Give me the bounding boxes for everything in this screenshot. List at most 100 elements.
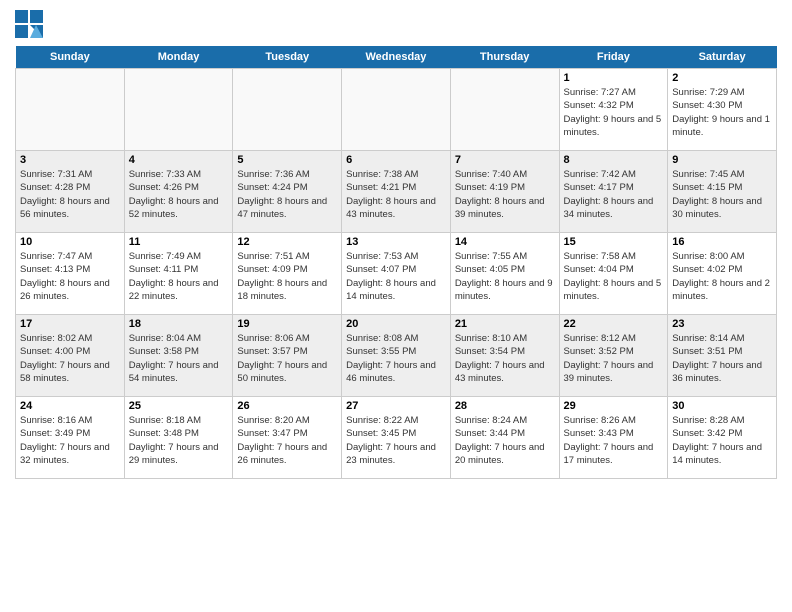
calendar-cell: 22 Sunrise: 8:12 AM Sunset: 3:52 PM Dayli… [559, 315, 668, 397]
day-info: Sunrise: 8:24 AM Sunset: 3:44 PM Dayligh… [455, 414, 555, 467]
day-info: Sunrise: 7:55 AM Sunset: 4:05 PM Dayligh… [455, 250, 555, 303]
day-info: Sunrise: 7:27 AM Sunset: 4:32 PM Dayligh… [564, 86, 664, 139]
day-number: 8 [564, 154, 664, 166]
calendar-week-1: 1Sunrise: 7:27 AM Sunset: 4:32 PM Daylig… [16, 69, 777, 151]
calendar-cell: 26 Sunrise: 8:20 AM Sunset: 3:47 PM Dayli… [233, 397, 342, 479]
page: Sunday Monday Tuesday Wednesday Thursday… [0, 0, 792, 612]
day-info: Sunrise: 8:26 AM Sunset: 3:43 PM Dayligh… [564, 414, 664, 467]
day-info: Sunrise: 8:20 AM Sunset: 3:47 PM Dayligh… [237, 414, 337, 467]
day-number: 10 [20, 236, 120, 248]
calendar-cell: 3 Sunrise: 7:31 AM Sunset: 4:28 PM Daylig… [16, 151, 125, 233]
calendar-cell [450, 69, 559, 151]
day-number: 6 [346, 154, 446, 166]
calendar-cell: 27 Sunrise: 8:22 AM Sunset: 3:45 PM Dayli… [342, 397, 451, 479]
day-number: 3 [20, 154, 120, 166]
day-number: 28 [455, 400, 555, 412]
day-number: 7 [455, 154, 555, 166]
calendar-table: Sunday Monday Tuesday Wednesday Thursday… [15, 46, 777, 479]
calendar-cell: 25 Sunrise: 8:18 AM Sunset: 3:48 PM Dayli… [124, 397, 233, 479]
col-tuesday: Tuesday [233, 46, 342, 69]
day-number: 29 [564, 400, 664, 412]
col-saturday: Saturday [668, 46, 777, 69]
day-number: 22 [564, 318, 664, 330]
calendar-cell: 13 Sunrise: 7:53 AM Sunset: 4:07 PM Dayli… [342, 233, 451, 315]
col-friday: Friday [559, 46, 668, 69]
calendar-cell: 6 Sunrise: 7:38 AM Sunset: 4:21 PM Daylig… [342, 151, 451, 233]
calendar-week-5: 24 Sunrise: 8:16 AM Sunset: 3:49 PM Dayli… [16, 397, 777, 479]
logo-icon [15, 10, 43, 38]
calendar-cell: 10Sunrise: 7:47 AM Sunset: 4:13 PM Dayli… [16, 233, 125, 315]
day-number: 19 [237, 318, 337, 330]
calendar-cell: 30 Sunrise: 8:28 AM Sunset: 3:42 PM Dayli… [668, 397, 777, 479]
calendar-cell: 20 Sunrise: 8:08 AM Sunset: 3:55 PM Dayli… [342, 315, 451, 397]
logo [15, 10, 47, 38]
day-number: 13 [346, 236, 446, 248]
day-info: Sunrise: 8:00 AM Sunset: 4:02 PM Dayligh… [672, 250, 772, 303]
day-info: Sunrise: 7:45 AM Sunset: 4:15 PM Dayligh… [672, 168, 772, 221]
day-number: 20 [346, 318, 446, 330]
calendar-cell: 23 Sunrise: 8:14 AM Sunset: 3:51 PM Dayli… [668, 315, 777, 397]
day-info: Sunrise: 7:42 AM Sunset: 4:17 PM Dayligh… [564, 168, 664, 221]
day-number: 4 [129, 154, 229, 166]
calendar-cell [124, 69, 233, 151]
day-info: Sunrise: 8:28 AM Sunset: 3:42 PM Dayligh… [672, 414, 772, 467]
calendar-cell: 15Sunrise: 7:58 AM Sunset: 4:04 PM Dayli… [559, 233, 668, 315]
day-info: Sunrise: 8:08 AM Sunset: 3:55 PM Dayligh… [346, 332, 446, 385]
day-info: Sunrise: 7:31 AM Sunset: 4:28 PM Dayligh… [20, 168, 120, 221]
calendar-week-4: 17 Sunrise: 8:02 AM Sunset: 4:00 PM Dayli… [16, 315, 777, 397]
col-thursday: Thursday [450, 46, 559, 69]
calendar-cell: 4 Sunrise: 7:33 AM Sunset: 4:26 PM Daylig… [124, 151, 233, 233]
day-number: 17 [20, 318, 120, 330]
day-number: 25 [129, 400, 229, 412]
day-number: 24 [20, 400, 120, 412]
day-info: Sunrise: 8:16 AM Sunset: 3:49 PM Dayligh… [20, 414, 120, 467]
calendar-cell: 9 Sunrise: 7:45 AM Sunset: 4:15 PM Daylig… [668, 151, 777, 233]
day-number: 2 [672, 72, 772, 84]
calendar-header-row: Sunday Monday Tuesday Wednesday Thursday… [16, 46, 777, 69]
calendar-cell [342, 69, 451, 151]
calendar-week-3: 10Sunrise: 7:47 AM Sunset: 4:13 PM Dayli… [16, 233, 777, 315]
day-info: Sunrise: 7:49 AM Sunset: 4:11 PM Dayligh… [129, 250, 229, 303]
day-info: Sunrise: 7:33 AM Sunset: 4:26 PM Dayligh… [129, 168, 229, 221]
calendar-cell: 21Sunrise: 8:10 AM Sunset: 3:54 PM Dayli… [450, 315, 559, 397]
day-number: 12 [237, 236, 337, 248]
day-number: 27 [346, 400, 446, 412]
day-info: Sunrise: 7:53 AM Sunset: 4:07 PM Dayligh… [346, 250, 446, 303]
day-number: 21 [455, 318, 555, 330]
col-wednesday: Wednesday [342, 46, 451, 69]
calendar-cell: 11Sunrise: 7:49 AM Sunset: 4:11 PM Dayli… [124, 233, 233, 315]
day-number: 23 [672, 318, 772, 330]
calendar-cell: 14 Sunrise: 7:55 AM Sunset: 4:05 PM Dayli… [450, 233, 559, 315]
day-info: Sunrise: 8:04 AM Sunset: 3:58 PM Dayligh… [129, 332, 229, 385]
calendar-cell [16, 69, 125, 151]
day-number: 16 [672, 236, 772, 248]
day-info: Sunrise: 8:22 AM Sunset: 3:45 PM Dayligh… [346, 414, 446, 467]
day-info: Sunrise: 7:40 AM Sunset: 4:19 PM Dayligh… [455, 168, 555, 221]
day-info: Sunrise: 7:51 AM Sunset: 4:09 PM Dayligh… [237, 250, 337, 303]
calendar-week-2: 3 Sunrise: 7:31 AM Sunset: 4:28 PM Daylig… [16, 151, 777, 233]
calendar-cell: 7 Sunrise: 7:40 AM Sunset: 4:19 PM Daylig… [450, 151, 559, 233]
day-info: Sunrise: 7:38 AM Sunset: 4:21 PM Dayligh… [346, 168, 446, 221]
calendar-cell: 16 Sunrise: 8:00 AM Sunset: 4:02 PM Dayli… [668, 233, 777, 315]
day-number: 26 [237, 400, 337, 412]
day-number: 14 [455, 236, 555, 248]
day-info: Sunrise: 7:29 AM Sunset: 4:30 PM Dayligh… [672, 86, 772, 139]
day-info: Sunrise: 8:18 AM Sunset: 3:48 PM Dayligh… [129, 414, 229, 467]
day-number: 9 [672, 154, 772, 166]
day-info: Sunrise: 8:14 AM Sunset: 3:51 PM Dayligh… [672, 332, 772, 385]
day-info: Sunrise: 8:12 AM Sunset: 3:52 PM Dayligh… [564, 332, 664, 385]
calendar-cell: 1Sunrise: 7:27 AM Sunset: 4:32 PM Daylig… [559, 69, 668, 151]
calendar-cell: 17 Sunrise: 8:02 AM Sunset: 4:00 PM Dayli… [16, 315, 125, 397]
col-sunday: Sunday [16, 46, 125, 69]
calendar-cell: 19Sunrise: 8:06 AM Sunset: 3:57 PM Dayli… [233, 315, 342, 397]
day-info: Sunrise: 7:36 AM Sunset: 4:24 PM Dayligh… [237, 168, 337, 221]
calendar-cell: 18 Sunrise: 8:04 AM Sunset: 3:58 PM Dayli… [124, 315, 233, 397]
day-number: 30 [672, 400, 772, 412]
day-number: 15 [564, 236, 664, 248]
calendar-cell: 24 Sunrise: 8:16 AM Sunset: 3:49 PM Dayli… [16, 397, 125, 479]
day-info: Sunrise: 8:02 AM Sunset: 4:00 PM Dayligh… [20, 332, 120, 385]
calendar-cell: 2 Sunrise: 7:29 AM Sunset: 4:30 PM Daylig… [668, 69, 777, 151]
day-number: 18 [129, 318, 229, 330]
header [15, 10, 777, 38]
calendar-cell: 12 Sunrise: 7:51 AM Sunset: 4:09 PM Dayli… [233, 233, 342, 315]
